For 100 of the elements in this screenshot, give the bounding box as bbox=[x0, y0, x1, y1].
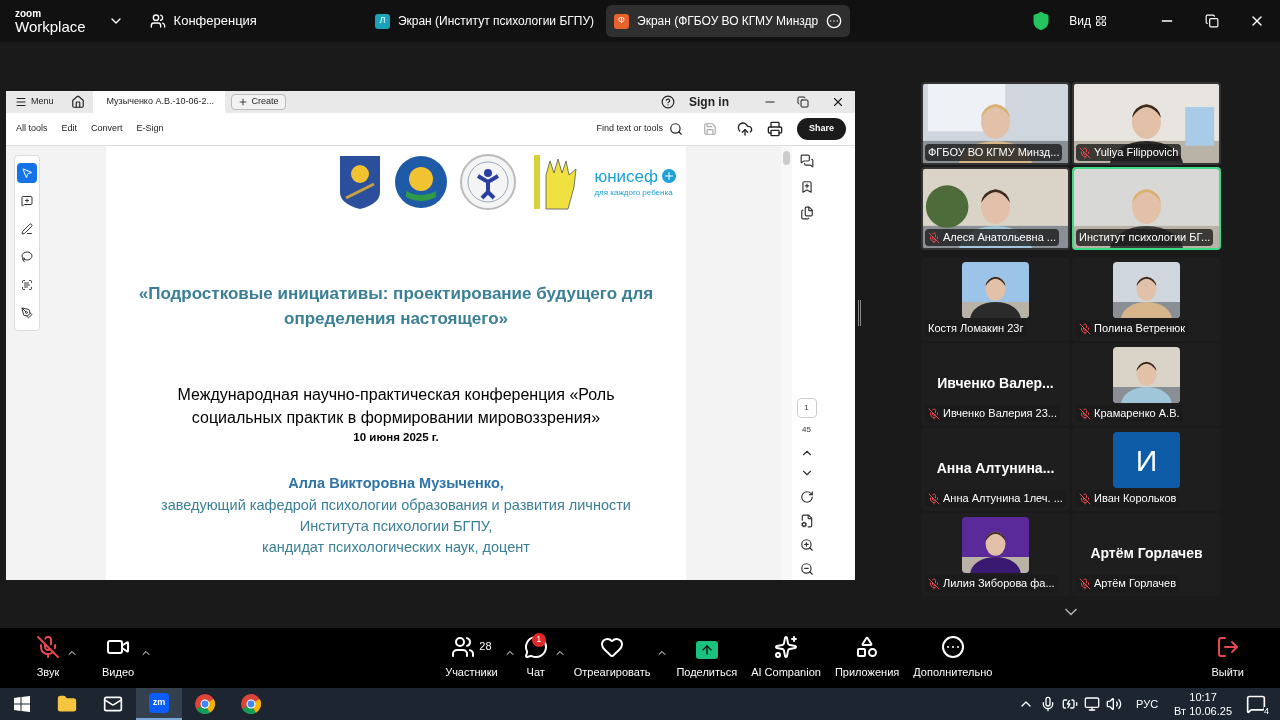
notification-count: 4 bbox=[1264, 707, 1269, 716]
participant-count: 28 bbox=[479, 639, 492, 655]
shield-icon bbox=[1031, 11, 1052, 31]
speaker-name: Алла Викторовна Музыченко, bbox=[288, 474, 504, 494]
tab-avatar: Л bbox=[374, 13, 390, 29]
bookmark-icon[interactable] bbox=[799, 180, 814, 194]
participant-name: Лилия Зиборова фа... bbox=[943, 576, 1055, 592]
windows-start-icon[interactable] bbox=[14, 696, 30, 712]
participant-name: Анна Алтунина... bbox=[935, 459, 1056, 478]
participant-name: Иван Корольков bbox=[1094, 491, 1177, 507]
participant-name: Костя Ломакин 23г bbox=[928, 321, 1024, 337]
speaker-position: кандидат психологических наук, доцент bbox=[262, 538, 530, 557]
menu-button[interactable]: Menu bbox=[15, 95, 54, 109]
zoom-out-icon[interactable] bbox=[799, 562, 814, 576]
menu-item[interactable]: Edit bbox=[61, 122, 78, 136]
notifications-icon[interactable] bbox=[1246, 694, 1266, 714]
menu-item[interactable]: All tools bbox=[16, 122, 48, 136]
document-tab[interactable]: Музыченко А.В.-10-06-2... bbox=[92, 91, 225, 113]
speaker-position: Института психологии БГПУ, bbox=[299, 517, 493, 536]
toolbar-button[interactable]: Отреагировать bbox=[567, 633, 657, 683]
participant-name: Полина Ветренюк bbox=[1094, 321, 1186, 337]
avatar-initial: И bbox=[1113, 432, 1180, 488]
toolbar-button[interactable]: Видео bbox=[96, 633, 141, 683]
chat-icon bbox=[523, 634, 548, 659]
toolbar-button[interactable]: Дополнительно bbox=[907, 633, 999, 683]
share-button[interactable]: Share bbox=[797, 118, 846, 140]
plus-icon bbox=[237, 97, 248, 107]
more-icon bbox=[940, 634, 965, 659]
pen-icon bbox=[21, 223, 33, 235]
unread-badge: 1 bbox=[531, 633, 546, 647]
participant-name: Анна Алтунина 1леч. ... bbox=[943, 491, 1063, 507]
slide-title: «Подростковые инициативы: проектирование будущего для определения настоящего» bbox=[137, 283, 655, 330]
comments-icon[interactable] bbox=[799, 154, 814, 168]
participant-name: Крамаренко А.В. bbox=[1094, 406, 1180, 422]
tab-title: Музыченко А.В.-10-06-2... bbox=[106, 95, 214, 109]
tab-avatar: Ф bbox=[614, 13, 629, 29]
pages-icon[interactable] bbox=[799, 206, 814, 220]
lasso-icon bbox=[21, 251, 33, 263]
upload-icon[interactable] bbox=[737, 121, 753, 137]
exit-icon bbox=[1215, 634, 1240, 659]
more-icon bbox=[826, 13, 843, 29]
page-number-field[interactable]: 1 bbox=[796, 398, 817, 418]
child-emblem-icon bbox=[460, 154, 517, 210]
print-icon[interactable] bbox=[767, 121, 783, 137]
zoom-app-taskbar-icon[interactable]: zm bbox=[136, 688, 182, 720]
participant-name: Алеся Анатольевна ... bbox=[943, 230, 1056, 246]
menu-item[interactable]: E-Sign bbox=[136, 122, 164, 136]
language-indicator[interactable]: РУС bbox=[1136, 695, 1159, 713]
grid-icon bbox=[1095, 15, 1107, 27]
signature-icon bbox=[21, 307, 33, 319]
apps-icon bbox=[855, 634, 880, 659]
sparkle-icon bbox=[774, 634, 799, 659]
menu-item[interactable]: Convert bbox=[91, 122, 123, 136]
home-icon[interactable] bbox=[70, 95, 85, 109]
zoom-in-icon[interactable] bbox=[799, 538, 814, 552]
close-icon[interactable] bbox=[831, 95, 845, 109]
battery-icon[interactable] bbox=[1062, 696, 1079, 712]
sign-in-link[interactable]: Sign in bbox=[689, 93, 729, 111]
participant-name: ФГБОУ ВО КГМУ Минзд... bbox=[928, 145, 1060, 161]
participant-name: Ивченко Валерия 23... bbox=[943, 406, 1057, 422]
toolbar-button[interactable]: 1 Чат bbox=[517, 633, 554, 683]
conference-name: Международная научно-практическая конференция «Роль социальных практик в формировании мировоззрения» bbox=[176, 385, 616, 428]
participant-name: Институт психологии БГ... bbox=[1079, 230, 1211, 246]
toolbar-button[interactable]: AI Companion bbox=[745, 633, 827, 683]
unicef-wordmark: юнисеф bbox=[594, 167, 658, 185]
pointer-icon bbox=[21, 167, 33, 179]
restore-icon[interactable] bbox=[797, 96, 809, 108]
view-button[interactable]: Вид bbox=[1069, 12, 1107, 30]
toolbar-button[interactable]: 28 Участники bbox=[439, 633, 504, 683]
rotate-icon[interactable] bbox=[799, 490, 814, 504]
clock[interactable]: 10:17 Вт 10.06.25 bbox=[1174, 690, 1232, 718]
create-button[interactable]: Create bbox=[230, 94, 286, 110]
restore-icon[interactable] bbox=[1205, 14, 1219, 28]
menu-icon bbox=[15, 96, 27, 108]
resize-handle[interactable] bbox=[858, 300, 861, 326]
toolbar-button[interactable]: Приложения bbox=[828, 633, 906, 683]
share-tab[interactable]: Л Экран (Институт психологии БГПУ) bbox=[366, 5, 602, 37]
volume-icon[interactable] bbox=[1106, 696, 1123, 712]
participant-name: Артём Горлачев bbox=[1094, 576, 1177, 592]
emblem-icon bbox=[394, 155, 449, 209]
comment-icon bbox=[21, 195, 33, 207]
participant-name: Ивченко Валер... bbox=[936, 374, 1055, 393]
share-screen-icon bbox=[695, 640, 718, 659]
slide-date: 10 июня 2025 г. bbox=[353, 430, 439, 445]
toolbar-button[interactable]: Звук bbox=[30, 633, 66, 683]
coat-of-arms-icon bbox=[338, 154, 383, 210]
people-icon bbox=[451, 634, 476, 659]
toolbar-button[interactable]: Поделиться bbox=[670, 633, 744, 683]
speaker-position: заведующий кафедрой психологии образования и развития личности bbox=[161, 496, 631, 515]
meeting-title: Конференция bbox=[173, 12, 257, 31]
unicef-tagline: для каждого ребенка bbox=[594, 188, 674, 197]
file-settings-icon[interactable] bbox=[799, 514, 814, 528]
participant-name: Yuliya Filippovich bbox=[1094, 145, 1179, 161]
people-icon bbox=[149, 13, 166, 29]
find-button[interactable]: Find text or tools bbox=[596, 122, 683, 136]
help-icon[interactable] bbox=[661, 95, 675, 109]
share-tab[interactable]: Ф Экран (ФГБОУ ВО КГМУ Минздр bbox=[606, 5, 851, 37]
toolbar-button[interactable]: Выйти bbox=[1205, 633, 1250, 683]
page-count: 45 bbox=[802, 424, 811, 436]
network-icon[interactable] bbox=[1084, 696, 1101, 712]
